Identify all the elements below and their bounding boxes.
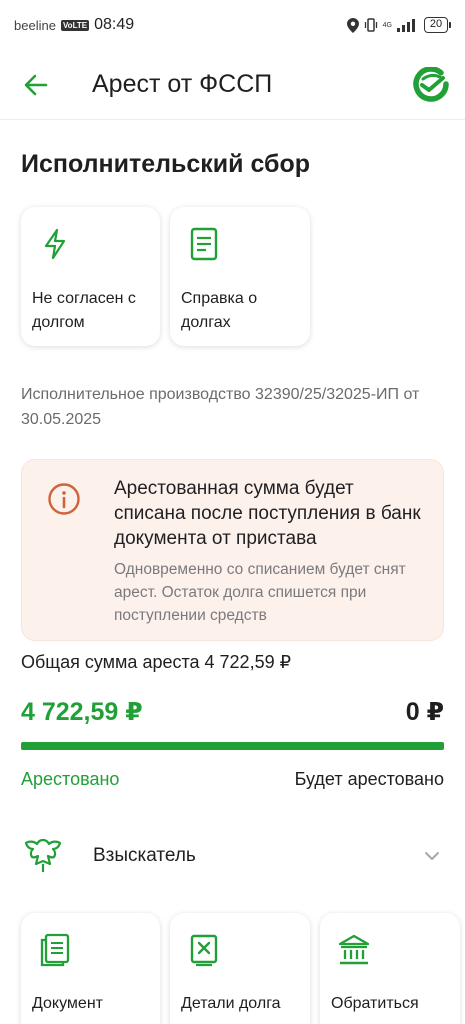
recoverer-label: Взыскатель — [93, 845, 196, 866]
total-arrest-label: Общая сумма ареста 4 722,59 ₽ — [21, 652, 292, 672]
arrest-progress-fill — [21, 742, 444, 750]
document-label: Документ — [32, 995, 103, 1012]
signal-icon — [397, 19, 415, 32]
volte-badge: VoLTE — [60, 19, 90, 31]
disagree-debt-label: Не согласен с долгом — [32, 290, 136, 331]
document-icon — [190, 227, 218, 261]
battery-level: 20 — [424, 17, 448, 33]
document-card[interactable]: Документ — [21, 913, 160, 1024]
info-subtitle: Одновременно со списанием будет снят аре… — [114, 561, 406, 624]
arrested-amount: 4 722,59 ₽ — [21, 698, 143, 726]
pending-label: Будет арестовано — [294, 769, 444, 789]
location-icon — [346, 17, 359, 33]
debt-certificate-card[interactable]: Справка о долгах — [170, 207, 310, 346]
arrest-info-box: Арестованная сумма будет списана после п… — [21, 459, 444, 641]
sber-logo-icon — [413, 66, 449, 102]
section-title: Исполнительский сбор — [21, 150, 311, 178]
info-icon — [48, 483, 80, 515]
app-header: Арест от ФССП — [0, 50, 465, 120]
info-title: Арестованная сумма будет списана после п… — [114, 478, 421, 549]
documents-icon — [40, 933, 70, 967]
disagree-debt-card[interactable]: Не согласен с долгом — [21, 207, 160, 346]
back-button[interactable] — [16, 65, 56, 105]
carrier-name: beeline — [14, 17, 56, 33]
page-title: Арест от ФССП — [92, 70, 273, 98]
status-right: 4G 20 — [346, 17, 451, 33]
debt-details-card[interactable]: Детали долга — [170, 913, 310, 1024]
lightning-icon — [44, 228, 66, 260]
status-bar: beeline VoLTE 08:49 4G 20 — [0, 0, 465, 50]
bank-icon — [338, 934, 370, 965]
debt-certificate-label: Справка о долгах — [181, 290, 258, 331]
contact-label: Обратиться — [331, 995, 419, 1012]
network-type: 4G — [382, 21, 392, 29]
pending-amount: 0 ₽ — [405, 698, 444, 726]
recoverer-row[interactable]: Взыскатель — [0, 820, 465, 892]
chevron-down-icon — [425, 852, 439, 860]
status-left: beeline VoLTE 08:49 — [14, 16, 134, 34]
battery-tip — [449, 22, 451, 28]
emblem-icon — [24, 838, 62, 872]
battery-indicator: 20 — [424, 17, 451, 33]
arrest-progress-bar — [21, 742, 444, 750]
proceeding-text: Исполнительное производство 32390/25/320… — [21, 386, 420, 428]
arrested-label: Арестовано — [21, 769, 120, 789]
arrow-left-icon — [24, 74, 48, 95]
vibrate-icon — [364, 18, 377, 32]
debt-details-label: Детали долга — [181, 995, 281, 1012]
status-clock: 08:49 — [94, 16, 135, 33]
sber-logo — [413, 66, 449, 103]
debt-details-icon — [190, 934, 218, 967]
contact-card[interactable]: Обратиться — [320, 913, 460, 1024]
